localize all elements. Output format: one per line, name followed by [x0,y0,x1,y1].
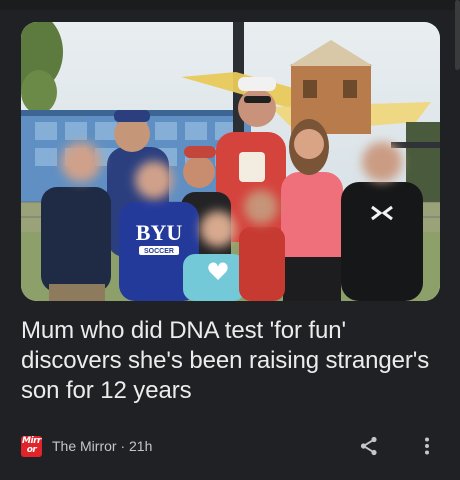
news-feed: BYU SOCCER Mum who did DNA test 'for fun… [0,0,460,480]
meta-separator: · [116,438,130,454]
previous-card-edge [0,0,460,10]
article-image[interactable]: BYU SOCCER [21,22,440,301]
mirror-logo-icon: Mirr or [21,435,42,457]
more-options-button[interactable] [413,432,441,460]
article-headline[interactable]: Mum who did DNA test 'for fun' discovers… [21,316,441,406]
article-age: 21h [129,438,153,454]
more-vertical-icon [425,437,429,455]
share-button[interactable] [355,432,383,460]
byu-shirt-text: BYU [136,220,183,245]
logo-line-2: or [26,445,37,455]
share-icon [360,436,377,456]
family-photo: BYU SOCCER [21,22,440,301]
article-source-row: Mirr or The Mirror · 21h [21,432,441,460]
publisher-name: The Mirror [52,438,117,454]
publisher-meta: The Mirror · 21h [52,438,152,454]
soccer-shirt-text: SOCCER [144,248,174,255]
scrollbar[interactable] [455,0,460,70]
